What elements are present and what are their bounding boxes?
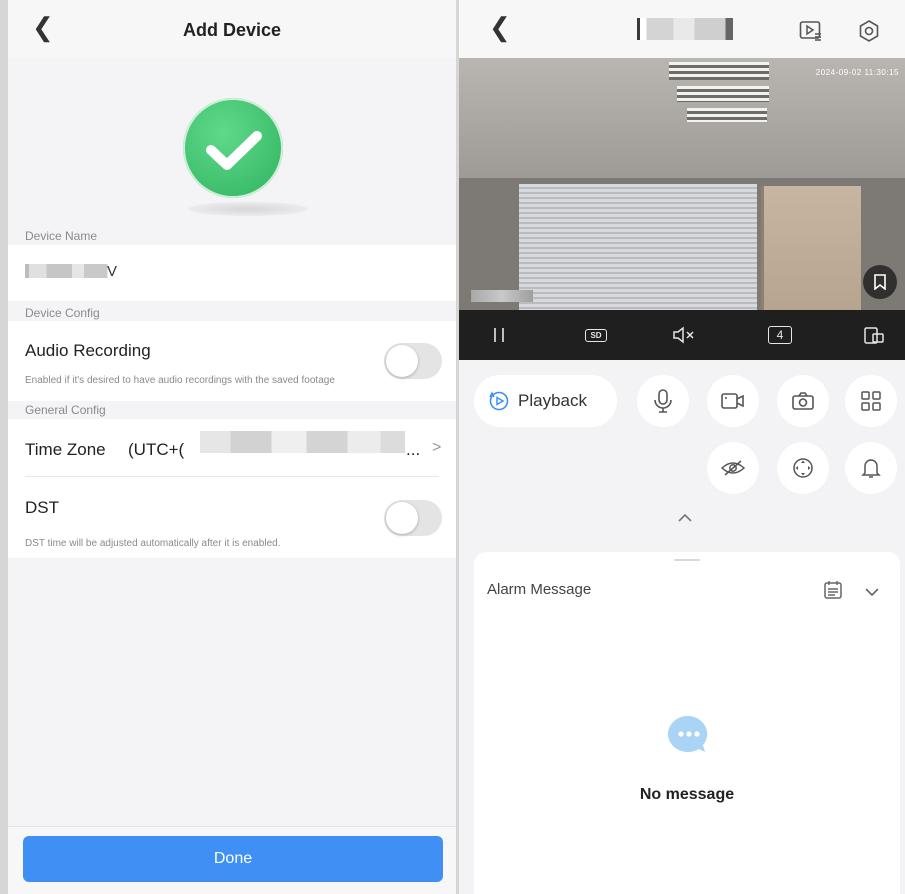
alarm-message-title: Alarm Message (487, 581, 592, 598)
calendar-icon[interactable] (823, 580, 843, 605)
device-title-redacted (637, 18, 733, 40)
device-name-label: Device Name (25, 229, 98, 243)
ptz-icon (793, 458, 813, 478)
door (761, 186, 861, 310)
ptz-button[interactable] (777, 442, 829, 494)
live-view-header: ❮ (459, 0, 905, 58)
camera-icon (792, 392, 814, 410)
time-zone-row[interactable]: Time Zone (UTC+( ... > (8, 419, 456, 476)
split-screen-button[interactable]: 4 (765, 310, 795, 360)
add-device-header: ❮ Add Device (8, 0, 456, 58)
alarm-bell-button[interactable] (845, 442, 897, 494)
audio-recording-description: Enabled if it's desired to have audio re… (25, 375, 335, 386)
bookmark-icon[interactable] (863, 265, 897, 299)
more-functions-button[interactable] (845, 375, 897, 427)
success-check-icon (183, 98, 283, 198)
playback-button[interactable]: Playback (474, 375, 617, 427)
device-config-label: Device Config (25, 306, 100, 320)
no-message-text: No message (639, 786, 735, 803)
dst-toggle[interactable] (384, 500, 442, 536)
collapse-chevron-icon[interactable] (677, 510, 693, 528)
audio-recording-title: Audio Recording (25, 341, 151, 360)
audio-recording-row: Audio Recording Enabled if it's desired … (8, 321, 456, 401)
divider (25, 476, 439, 477)
window-blind (519, 184, 639, 310)
audio-recording-toggle[interactable] (384, 343, 442, 379)
time-zone-ellipsis: ... (406, 440, 421, 459)
grid-menu-icon (861, 391, 881, 411)
privacy-mask-button[interactable] (707, 442, 759, 494)
general-config-group: Time Zone (UTC+( ... > DST DST time will… (8, 419, 456, 558)
dst-title: DST (25, 498, 59, 517)
device-name-tail: V (107, 263, 118, 280)
sd-quality-button[interactable]: SD (579, 310, 613, 360)
time-zone-redacted (200, 431, 405, 453)
microphone-button[interactable] (637, 375, 689, 427)
microphone-icon (654, 389, 672, 413)
ceiling-light (687, 108, 767, 122)
mute-icon[interactable] (667, 310, 701, 360)
message-bubble-icon (667, 714, 711, 759)
dst-description: DST time will be adjusted automatically … (25, 538, 281, 549)
fullscreen-rotate-icon[interactable] (859, 310, 889, 360)
video-overlay-redacted (471, 290, 533, 302)
ceiling-light (669, 62, 769, 80)
ceiling-light (677, 86, 769, 102)
snapshot-button[interactable] (777, 375, 829, 427)
record-button[interactable] (707, 375, 759, 427)
playback-icon (489, 391, 509, 411)
page-title: Add Device (182, 20, 282, 40)
video-record-icon (721, 393, 744, 409)
device-name-field[interactable]: V (8, 245, 456, 301)
eye-off-icon (720, 460, 746, 476)
video-timestamp: 2024-09-02 11:30:15 (815, 68, 899, 77)
chevron-right-icon: > (432, 439, 442, 456)
drag-handle[interactable] (674, 559, 700, 561)
check-shadow (188, 202, 308, 216)
settings-icon[interactable] (857, 20, 881, 42)
playback-list-icon[interactable] (799, 20, 823, 42)
add-device-panel: ❮ Add Device Device Name V Device Config… (8, 0, 456, 894)
general-config-label: General Config (25, 403, 106, 417)
pause-icon[interactable] (487, 310, 511, 360)
playback-label: Playback (518, 391, 587, 410)
alarm-message-panel: Alarm Message No message (474, 552, 900, 894)
live-video[interactable]: 2024-09-02 11:30:15 (459, 58, 905, 310)
sd-label: SD (585, 328, 607, 342)
video-control-bar: SD 4 (459, 310, 905, 360)
chevron-down-icon[interactable] (864, 584, 880, 602)
bell-icon (861, 459, 881, 478)
channel-count: 4 (768, 326, 792, 344)
window-blind (639, 184, 757, 310)
live-view-panel: ❮ 2024-09-02 11:30:15 SD 4 Playback Alar… (459, 0, 905, 894)
time-zone-value: (UTC+( (128, 440, 185, 459)
back-button[interactable]: ❮ (489, 14, 511, 40)
done-button[interactable]: Done (23, 836, 443, 882)
time-zone-label: Time Zone (25, 440, 106, 459)
